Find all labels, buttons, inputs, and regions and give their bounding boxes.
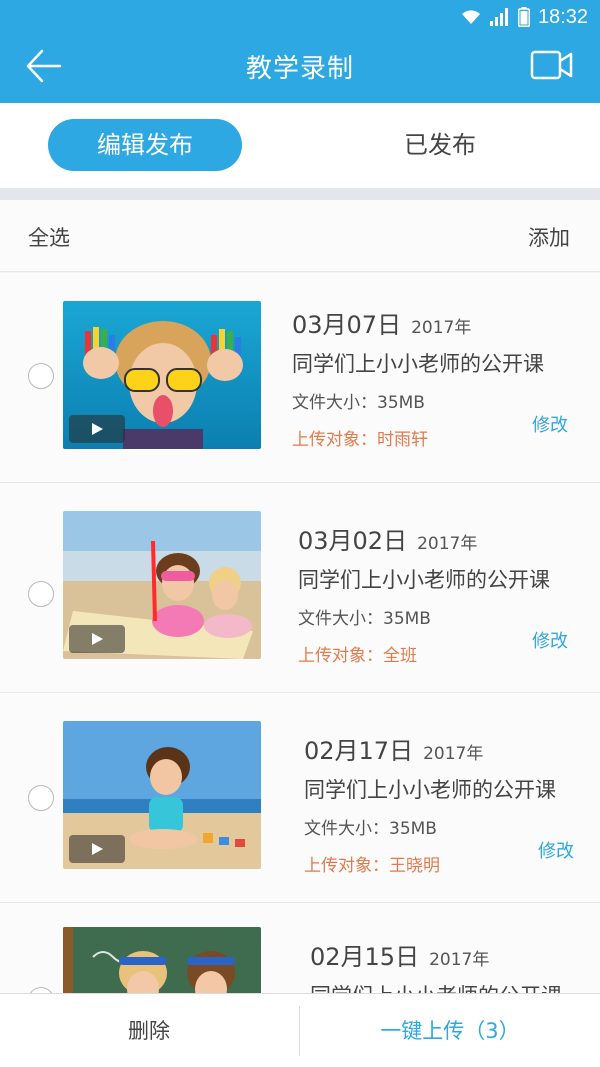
one-click-upload-button[interactable]: 一键上传（3） xyxy=(300,994,600,1067)
play-icon xyxy=(69,835,125,863)
item-date: 02月15日 xyxy=(310,943,420,971)
status-time: 18:32 xyxy=(537,5,588,28)
item-date: 02月17日 xyxy=(304,737,414,765)
add-button[interactable]: 添加 xyxy=(528,222,570,252)
item-title: 同学们上小小老师的公开课 xyxy=(298,568,550,592)
select-radio[interactable] xyxy=(28,785,54,811)
wifi-icon xyxy=(460,9,482,25)
video-thumbnail[interactable] xyxy=(63,301,261,449)
item-date: 03月02日 xyxy=(298,527,408,555)
select-radio[interactable] xyxy=(28,363,54,389)
select-radio[interactable] xyxy=(28,581,54,607)
battery-icon xyxy=(517,7,530,27)
select-all-button[interactable]: 全选 xyxy=(28,222,70,252)
status-bar: 18:32 xyxy=(460,4,588,30)
item-title: 同学们上小小老师的公开课 xyxy=(304,778,556,802)
list-item: 03月02日 2017年 同学们上小小老师的公开课 文件大小：35MB 上传对象：… xyxy=(0,483,600,693)
video-thumbnail[interactable] xyxy=(63,511,261,659)
item-date: 03月07日 xyxy=(292,311,402,339)
item-year: 2017年 xyxy=(429,950,490,970)
video-thumbnail[interactable] xyxy=(63,721,261,869)
item-year: 2017年 xyxy=(411,318,472,338)
edit-button[interactable]: 修改 xyxy=(532,627,568,653)
item-info: 03月07日 2017年 同学们上小小老师的公开课 文件大小：35MB 上传对象：… xyxy=(292,305,544,450)
item-file-size: 文件大小：35MB xyxy=(298,609,431,629)
edit-button[interactable]: 修改 xyxy=(538,837,574,863)
record-video-button[interactable] xyxy=(530,48,574,82)
tab-published[interactable]: 已发布 xyxy=(340,119,540,171)
item-file-size: 文件大小：35MB xyxy=(304,819,437,839)
item-file-size: 文件大小：35MB xyxy=(292,393,425,413)
signal-icon xyxy=(489,8,510,26)
delete-button[interactable]: 删除 xyxy=(0,994,298,1067)
section-divider xyxy=(0,188,600,200)
play-icon xyxy=(69,415,125,443)
list-item: 02月17日 2017年 同学们上小小老师的公开课 文件大小：35MB 上传对象：… xyxy=(0,693,600,903)
page-title: 教学录制 xyxy=(245,54,354,84)
edit-button[interactable]: 修改 xyxy=(532,411,568,437)
item-upload-target: 上传对象：全班 xyxy=(298,646,417,666)
item-title: 同学们上小小老师的公开课 xyxy=(292,352,544,376)
video-list: 03月07日 2017年 同学们上小小老师的公开课 文件大小：35MB 上传对象：… xyxy=(0,273,600,1067)
app-header-bar: 18:32 教学录制 xyxy=(0,0,600,103)
item-upload-target: 上传对象：时雨轩 xyxy=(292,430,428,450)
item-info: 02月17日 2017年 同学们上小小老师的公开课 文件大小：35MB 上传对象：… xyxy=(304,731,556,876)
tab-edit-publish[interactable]: 编辑发布 xyxy=(48,119,242,171)
item-year: 2017年 xyxy=(423,744,484,764)
video-camera-icon xyxy=(530,50,573,80)
list-toolbar: 全选 添加 xyxy=(0,200,600,272)
item-year: 2017年 xyxy=(417,534,478,554)
item-upload-target: 上传对象：王晓明 xyxy=(304,856,440,876)
item-info: 03月02日 2017年 同学们上小小老师的公开课 文件大小：35MB 上传对象：… xyxy=(298,521,550,666)
play-icon xyxy=(69,625,125,653)
tab-bar: 编辑发布 已发布 xyxy=(0,103,600,188)
list-item: 03月07日 2017年 同学们上小小老师的公开课 文件大小：35MB 上传对象：… xyxy=(0,273,600,483)
bottom-action-bar: 删除 一键上传（3） xyxy=(0,993,600,1067)
